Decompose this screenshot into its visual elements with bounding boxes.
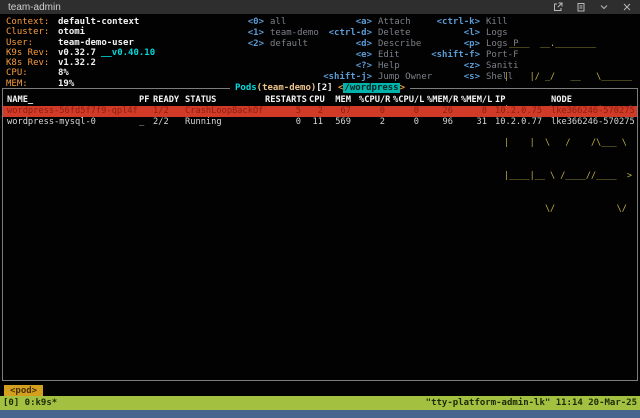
- resource-name: Pods: [235, 83, 257, 93]
- cluster-info: Context:default-context Cluster:otomi Us…: [6, 17, 155, 89]
- desktop-edge-strip: [0, 410, 640, 418]
- tmux-session-info[interactable]: [0] 0:k9s*: [3, 398, 57, 408]
- close-icon[interactable]: [622, 2, 632, 12]
- resource-namespace: (team-demo): [257, 83, 317, 93]
- pods-panel: Pods(team-demo)[2] </wordpress> NAME_ PF…: [2, 88, 638, 381]
- info-row-context: Context:default-context: [6, 17, 155, 27]
- menu-item-edit: <e>Edit: [320, 50, 432, 61]
- col-ip[interactable]: IP: [495, 95, 551, 106]
- table-header-row: NAME_ PF READY STATUS RESTARTS CPU MEM %…: [3, 95, 637, 106]
- window-controls: [553, 2, 632, 12]
- col-ready[interactable]: READY: [153, 95, 185, 106]
- col-cpu-r[interactable]: %CPU/R: [359, 95, 393, 106]
- col-mem[interactable]: MEM: [331, 95, 359, 106]
- chevron-down-icon[interactable]: [599, 2, 609, 12]
- pods-table: NAME_ PF READY STATUS RESTARTS CPU MEM %…: [3, 89, 637, 128]
- col-pf[interactable]: PF: [139, 95, 153, 106]
- tmux-host-clock: "tty-platform-admin-lk" 11:14 20-Mar-25: [426, 398, 637, 408]
- open-in-new-window-icon[interactable]: [553, 2, 563, 12]
- status-badge: CrashLoopBackOff: [185, 106, 265, 117]
- table-row-wordpress-mysql[interactable]: wordpress-mysql-0 _ 2/2 Running 0 11 569…: [3, 117, 637, 128]
- info-row-cpu: CPU:8%: [6, 68, 155, 78]
- col-cpu-l[interactable]: %CPU/L: [393, 95, 427, 106]
- window-titlebar: team-admin: [0, 0, 640, 14]
- pods-panel-title: Pods(team-demo)[2] </wordpress>: [230, 83, 410, 93]
- col-name[interactable]: NAME_: [7, 95, 139, 106]
- col-mem-l[interactable]: %MEM/L: [461, 95, 495, 106]
- k9s-upgrade-version: __v0.40.10: [101, 48, 155, 58]
- col-cpu[interactable]: CPU: [309, 95, 331, 106]
- info-row-user: User:team-demo-user: [6, 38, 155, 48]
- terminal-screen: Context:default-context Cluster:otomi Us…: [0, 14, 640, 396]
- status-badge: Running: [185, 117, 265, 128]
- tmux-status-bar: [0] 0:k9s* "tty-platform-admin-lk" 11:14…: [0, 396, 640, 410]
- col-mem-r[interactable]: %MEM/R: [427, 95, 461, 106]
- filter-tag: /wordpress: [343, 83, 399, 93]
- col-restarts[interactable]: RESTARTS: [265, 95, 309, 106]
- namespace-menu: <0>all <1>team-demo <2>default: [246, 17, 319, 50]
- table-row-wordpress-crashloop[interactable]: wordpress-56fd5f7f9-qpl4f 1/2 CrashLoopB…: [3, 106, 637, 117]
- clipboard-icon[interactable]: [576, 2, 586, 12]
- menu-item-help: <?>Help: [320, 61, 432, 72]
- terminal-window: team-admin Context:default-context Clust…: [0, 0, 640, 418]
- menu-item-all: <0>all: [246, 17, 319, 28]
- resource-count: [2]: [316, 83, 332, 93]
- menu-item-default: <2>default: [246, 39, 319, 50]
- col-node[interactable]: NODE: [551, 95, 635, 106]
- menu-item-team-demo: <1>team-demo: [246, 28, 319, 39]
- menu-item-jump-owner: <shift-j>Jump Owner: [320, 72, 432, 83]
- window-title: team-admin: [8, 2, 61, 13]
- menu-item-delete: <ctrl-d>Delete: [320, 28, 432, 39]
- info-row-k8s-rev: K8s Rev:v1.32.2: [6, 58, 155, 68]
- col-status[interactable]: STATUS: [185, 95, 265, 106]
- action-menu-1: <a>Attach <ctrl-d>Delete <d>Describe <e>…: [320, 17, 432, 83]
- menu-item-attach: <a>Attach: [320, 17, 432, 28]
- info-row-cluster: Cluster:otomi: [6, 27, 155, 37]
- menu-item-describe: <d>Describe: [320, 39, 432, 50]
- info-row-k9s-rev: K9s Rev:v0.32.7__v0.40.10: [6, 48, 155, 58]
